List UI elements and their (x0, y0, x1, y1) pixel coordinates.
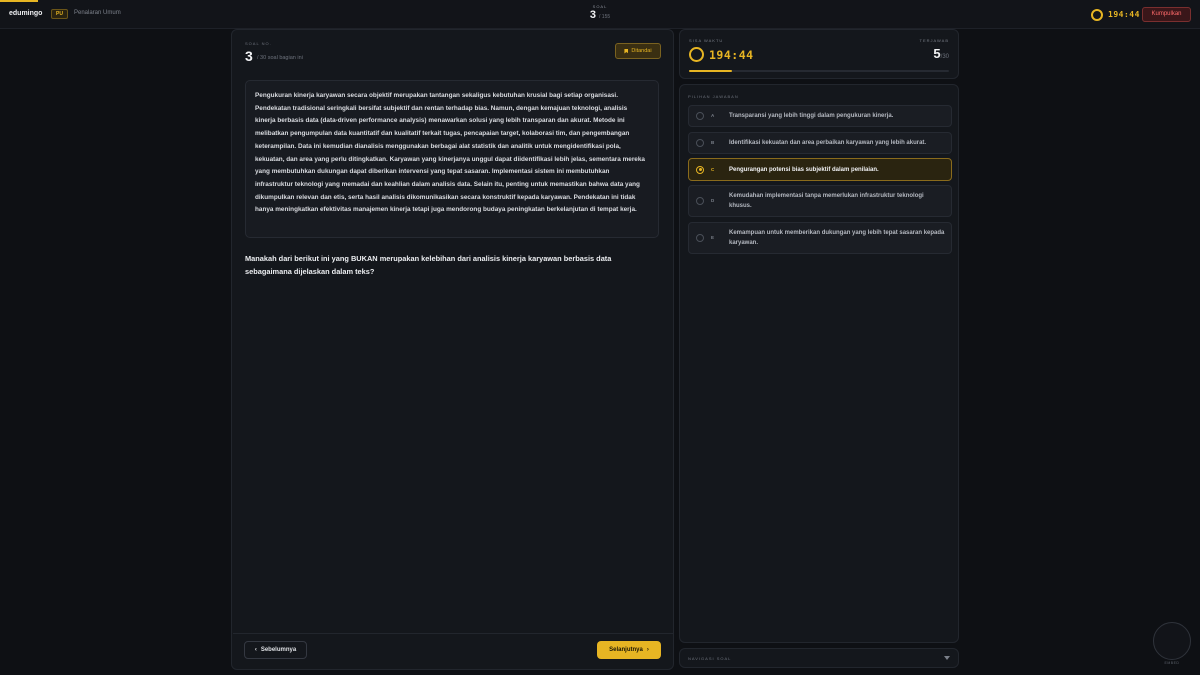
option-c[interactable]: C Pengurangan potensi bias subjektif dal… (688, 158, 952, 181)
chevron-left-icon: ‹ (254, 647, 257, 653)
option-d[interactable]: D Kemudahan implementasi tanpa memerluka… (688, 185, 952, 217)
question-number: 3 (245, 48, 253, 64)
time-remaining-label: SISA WAKTU (689, 38, 724, 43)
submit-button[interactable]: Kumpulkan (1142, 7, 1191, 22)
radio-c[interactable] (696, 165, 704, 174)
question-counter-current: 3 (589, 9, 596, 21)
mark-question-label: Ditandai (631, 48, 652, 54)
option-letter-e: E (711, 235, 715, 240)
reading-passage: Pengukuran kinerja karyawan secara objek… (245, 80, 659, 238)
question-number-label: SOAL NO. (245, 41, 272, 46)
previous-label: Sebelumnya (260, 647, 297, 653)
answered-total: /30 (940, 54, 949, 60)
bookmark-icon (624, 48, 629, 54)
question-counter: SOAL 3 / 155 (579, 4, 621, 23)
section-info: / 30 soal bagian ini (257, 55, 303, 61)
option-text-b: Identifikasi kekuatan dan area perbaikan… (729, 140, 927, 146)
previous-button[interactable]: ‹ Sebelumnya (244, 641, 307, 659)
option-a[interactable]: A Transparansi yang lebih tinggi dalam p… (688, 105, 952, 127)
timer-ring-icon (689, 47, 704, 62)
question-navigation-label: NAVIGASI SOAL (688, 656, 732, 661)
top-accent-line (0, 0, 38, 2)
floating-circle-button[interactable] (1153, 622, 1191, 660)
option-text-a: Transparansi yang lebih tinggi dalam pen… (729, 113, 894, 119)
options-label: PILIHAN JAWABAN (688, 94, 739, 99)
option-letter-a: A (711, 113, 715, 118)
question-panel: SOAL NO. 3 / 30 soal bagian ini Ditandai… (231, 29, 674, 670)
option-text-c: Pengurangan potensi bias subjektif dalam… (729, 166, 879, 173)
subject-badge: PU (51, 9, 68, 19)
chevron-down-icon (944, 656, 950, 660)
radio-a[interactable] (696, 112, 704, 120)
subject-title: Penalaran Umum (74, 10, 121, 16)
option-text-d: Kemudahan implementasi tanpa memerlukan … (729, 193, 924, 209)
radio-b[interactable] (696, 139, 704, 147)
option-letter-d: D (711, 198, 715, 203)
mark-question-button[interactable]: Ditandai (615, 43, 661, 59)
answered-label: TERJAWAB (919, 38, 949, 43)
question-navigation-toggle[interactable]: NAVIGASI SOAL (679, 648, 959, 668)
option-e[interactable]: E Kemampuan untuk memberikan dukungan ya… (688, 222, 952, 254)
next-button[interactable]: Selanjutnya › (597, 641, 661, 659)
question-counter-total: / 155 (599, 14, 611, 20)
time-remaining-value: 194:44 (709, 48, 754, 62)
floating-button-label: EMBED (1164, 661, 1180, 665)
top-timer: 194:44 (1091, 8, 1140, 21)
option-letter-b: B (711, 140, 715, 145)
question-counter-value: 3 / 155 (579, 9, 621, 23)
timer-ring-icon (1091, 8, 1103, 21)
next-label: Selanjutnya (609, 647, 643, 653)
answered-count: 5/30 (933, 46, 949, 61)
option-letter-c: C (711, 166, 715, 172)
top-timer-value: 194:44 (1108, 10, 1140, 19)
question-text: Manakah dari berikut ini yang BUKAN meru… (245, 254, 612, 276)
answered-progress-fill (689, 70, 733, 72)
radio-e[interactable] (696, 234, 704, 242)
footer-divider (233, 633, 674, 634)
top-bar: edumingo PU Penalaran Umum SOAL 3 / 155 … (0, 0, 1200, 29)
options-panel: PILIHAN JAWABAN A Transparansi yang lebi… (679, 84, 959, 643)
radio-d[interactable] (696, 197, 704, 205)
brand-logo[interactable]: edumingo (9, 10, 42, 17)
chevron-right-icon: › (646, 647, 649, 653)
option-b[interactable]: B Identifikasi kekuatan dan area perbaik… (688, 132, 952, 154)
option-text-e: Kemampuan untuk memberikan dukungan yang… (729, 230, 945, 246)
status-panel: SISA WAKTU 194:44 TERJAWAB 5/30 (679, 29, 959, 79)
answered-progress-bar (689, 70, 949, 72)
answered-value: 5 (933, 46, 941, 61)
